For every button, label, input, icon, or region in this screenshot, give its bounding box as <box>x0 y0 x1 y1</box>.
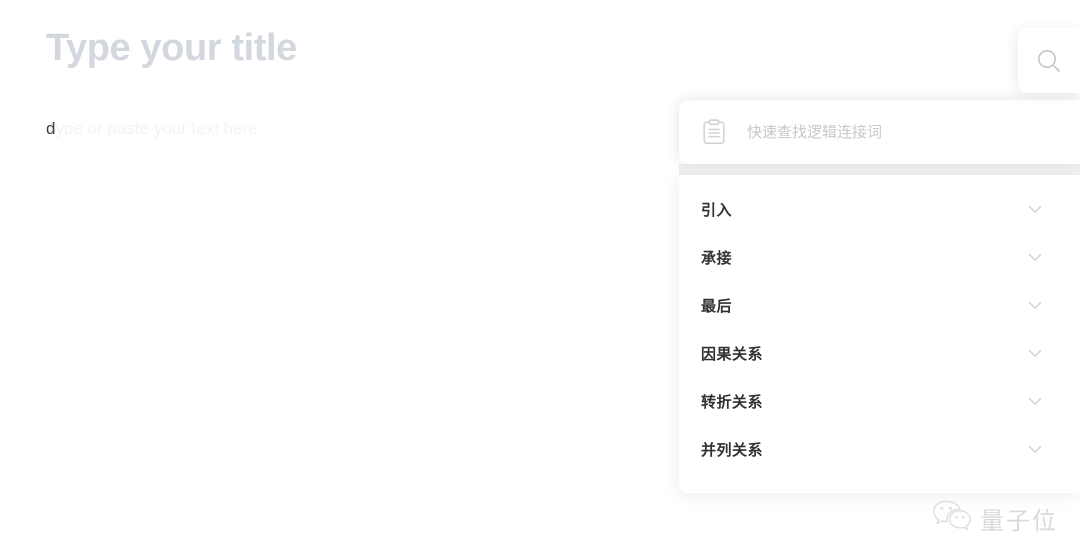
chevron-down-icon[interactable] <box>1026 392 1044 410</box>
list-item[interactable]: 转折关系 <box>679 377 1080 425</box>
list-item[interactable]: 承接 <box>679 233 1080 281</box>
logic-connector-panel: 引入 承接 最后 <box>679 100 1080 493</box>
app-root: Type your title Type or paste your text … <box>0 0 1080 556</box>
document-body[interactable]: Type or paste your text here d <box>46 115 646 143</box>
chevron-down-icon[interactable] <box>1026 296 1044 314</box>
document-title-placeholder[interactable]: Type your title <box>46 24 297 73</box>
logic-connector-list: 引入 承接 最后 因果关系 转折关系 并列关系 <box>679 175 1080 493</box>
document-body-placeholder: Type or paste your text here <box>46 119 258 138</box>
chevron-down-icon[interactable] <box>1026 200 1044 218</box>
list-item[interactable]: 因果关系 <box>679 329 1080 377</box>
list-item-label: 并列关系 <box>701 441 764 459</box>
chevron-down-icon[interactable] <box>1026 440 1044 458</box>
chevron-down-icon[interactable] <box>1026 248 1044 266</box>
list-item[interactable]: 并列关系 <box>679 425 1080 473</box>
search-toggle-button[interactable] <box>1018 28 1080 93</box>
document-body-typed-text: d <box>46 119 56 138</box>
list-item[interactable]: 引入 <box>679 185 1080 233</box>
list-item-label: 引入 <box>701 201 733 219</box>
panel-divider <box>679 164 1080 175</box>
list-item[interactable]: 最后 <box>679 281 1080 329</box>
panel-search-bar[interactable] <box>679 100 1080 164</box>
wechat-icon <box>932 499 972 538</box>
clipboard-icon <box>701 119 727 145</box>
watermark: 量子位 <box>932 499 1058 538</box>
list-item-label: 转折关系 <box>701 393 764 411</box>
watermark-text: 量子位 <box>980 507 1058 535</box>
list-item-label: 最后 <box>701 297 733 315</box>
chevron-down-icon[interactable] <box>1026 344 1044 362</box>
list-item-label: 因果关系 <box>701 345 764 363</box>
list-item-label: 承接 <box>701 249 733 267</box>
search-icon <box>1034 46 1064 76</box>
panel-search-input[interactable] <box>747 123 1047 141</box>
